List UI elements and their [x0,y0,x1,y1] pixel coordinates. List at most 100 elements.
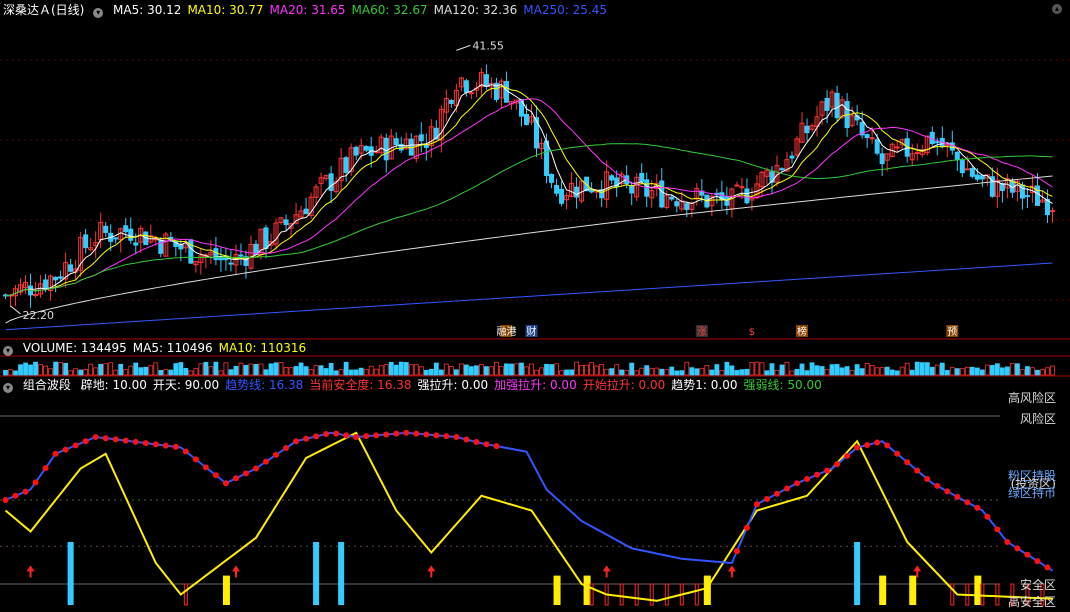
candle-body-188 [944,144,950,147]
volume-bar-148 [744,368,750,376]
red-bar-36 [183,583,188,606]
red-arrow-0 [26,565,35,578]
volume-bar-53 [268,363,274,376]
red-bar-132 [664,583,669,606]
ma-line-ma20 [5,98,1053,297]
volume-bar-17 [88,363,94,376]
volume-bar-178 [894,370,900,376]
candle-body-45 [228,262,234,265]
volume-bar-202 [1015,363,1020,376]
indicator-settings-icon[interactable]: ▾ [3,383,13,393]
volume-bar-15 [78,369,84,376]
red-bar-123 [619,583,624,606]
volume-bar-168 [844,366,850,376]
volume-bar-207 [1040,369,1045,376]
volume-bar-177 [889,369,895,376]
volume-bar-103 [519,362,524,376]
volume-bar-102 [514,363,519,376]
volume-bar-89 [448,366,454,376]
volume-bar-170 [854,364,860,376]
settings-icon[interactable]: ▾ [93,8,104,18]
volume-bar-171 [859,368,865,376]
volume-bar-83 [418,366,424,376]
volume-bar-131 [659,368,665,376]
red-bar-198 [995,583,1000,606]
volume-bar-43 [218,370,224,376]
volume-bar-182 [914,361,920,376]
volume-bar-10 [53,361,58,376]
safety-dot-58 [293,438,300,445]
candle-body-93 [468,92,474,95]
candle-body-31 [158,239,164,254]
candle-body-96 [483,74,489,87]
volume-bar-121 [609,368,615,376]
safety-dot-68 [343,432,350,439]
chart-canvas: 41.55 22.20 融港财 涨 $ 榜 预 [0,39,1070,606]
ma-legend-item-0: MA5: 30.12 [113,3,182,17]
volume-bar-3 [18,364,23,376]
volume-settings-icon[interactable]: ▾ [3,346,13,356]
volume-bar-115 [579,365,584,376]
volume-bar-46 [233,365,239,376]
volume-bar-160 [804,370,810,376]
volume-bar-77 [388,361,394,376]
volume-bar-78 [393,364,399,376]
volume-bar-27 [138,367,144,376]
candle-body-147 [739,186,745,189]
volume-bar-158 [794,368,800,376]
candle-body-160 [804,125,810,134]
safety-dot-176 [884,442,891,449]
volume-bar-124 [624,370,630,376]
volume-bar-72 [363,368,369,376]
volume-bar-36 [183,367,189,376]
volume-bar-152 [764,370,770,376]
candle-body-119 [599,189,605,199]
volume-bar-109 [549,364,554,376]
volume-bar-40 [203,361,209,376]
candle-body-109 [549,173,555,183]
safety-dot-22 [112,436,119,443]
candle-body-13 [68,264,74,272]
candle-body-136 [684,203,690,210]
volume-bar-33 [168,369,174,376]
volume-bar-111 [559,370,564,376]
volume-bar-144 [724,361,730,376]
safety-dot-80 [403,429,410,436]
volume-bar-205 [1030,367,1035,376]
indicator-legend-item-7: 趋势1: 0.00 [671,378,738,392]
volume-legend-item-1: MA5: 110496 [132,341,213,355]
candle-body-190 [954,151,960,160]
safety-dot-204 [1024,551,1031,558]
blue-spike-0 [67,542,74,605]
candle-body-209 [1049,210,1055,213]
volume-bar-64 [323,368,329,376]
ma-legend-item-3: MA60: 32.67 [351,3,428,17]
volume-bar-50 [253,364,259,376]
collapse-icon[interactable]: ▴ [1052,4,1062,14]
volume-bar-48 [243,364,249,376]
candle-body-111 [559,188,565,204]
safety-dot-186 [934,482,941,489]
candle-body-121 [609,175,615,181]
safety-dot-170 [854,444,861,451]
yellow-bar-2 [583,575,591,605]
volume-bar-24 [123,369,129,376]
red-arrow-3 [602,565,611,578]
yellow-bar-3 [703,575,711,605]
candle-body-191 [959,160,965,174]
volume-bar-172 [864,363,870,376]
safety-dot-190 [954,493,961,500]
candle-body-56 [283,219,289,225]
main-legend: 深桑达Ａ(日线) ▾ MA5: 30.12 MA10: 30.77 MA20: 31… [0,2,619,18]
volume-bar-190 [954,368,960,376]
safety-dot-196 [984,513,991,520]
volume-bar-201 [1010,363,1015,376]
candle-body-127 [639,172,645,182]
volume-bar-67 [338,369,344,376]
volume-bar-204 [1025,366,1030,376]
volume-bar-147 [739,369,745,376]
volume-bar-20 [103,363,109,376]
safety-dot-20 [102,435,109,442]
safety-dot-94 [473,439,480,446]
volume-bar-26 [133,362,139,376]
